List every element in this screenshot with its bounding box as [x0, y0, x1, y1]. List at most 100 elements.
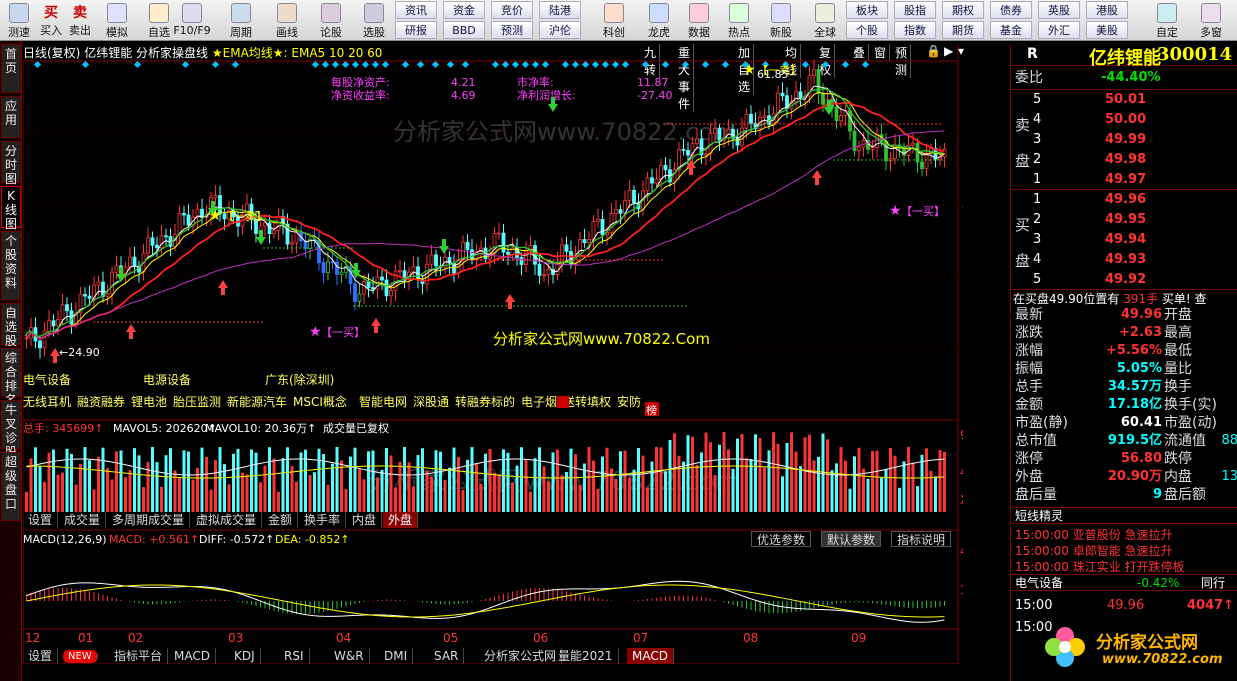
group-btn[interactable]: 竞价 — [491, 1, 533, 19]
ask-row[interactable]: 3 49.99 — [1011, 131, 1237, 149]
toolbar-label: 科创 — [603, 26, 625, 39]
group-btn[interactable]: 资金 — [443, 1, 485, 19]
bottom-tab-10[interactable]: 量能2021 — [553, 648, 619, 664]
market-btn[interactable]: 债券 — [990, 1, 1032, 19]
toolbar-btn-15[interactable]: 全球 — [806, 0, 844, 41]
group-btn[interactable]: BBD — [443, 21, 485, 39]
toolbar-btn-14[interactable]: 新股 — [762, 0, 800, 41]
bottom-tab-3[interactable]: MACD — [169, 648, 216, 664]
sidebar-tab-1[interactable]: 应用 — [1, 96, 21, 138]
sprite-row[interactable]: 15:00:00 亚普股份 急速拉升 — [1015, 526, 1237, 542]
candle-body — [902, 148, 906, 156]
toolbar-btn-3[interactable]: 模拟 — [98, 0, 136, 41]
vol-tab-0[interactable]: 设置 — [23, 512, 59, 528]
sprite-row[interactable]: 15:00:00 卓郎智能 急速拉升 — [1015, 542, 1237, 558]
group-btn[interactable]: 预测 — [491, 21, 533, 39]
market-btn[interactable]: 股指 — [894, 1, 936, 19]
bid-row[interactable]: 4 49.93 — [1011, 251, 1237, 269]
fin-value: 11.87 — [637, 76, 669, 89]
bid-row[interactable]: 2 49.95 — [1011, 211, 1237, 229]
pos-more[interactable]: 查 — [1195, 292, 1207, 306]
macd-btn-2[interactable]: 指标说明 — [891, 531, 952, 547]
ask-row[interactable]: 2 49.98 — [1011, 151, 1237, 169]
toolbar-btn-13[interactable]: 热点 — [720, 0, 758, 41]
vol-tab-2[interactable]: 多周期成交量 — [107, 512, 191, 528]
toolbar-btn-16[interactable]: 自定 — [1148, 0, 1186, 41]
toolbar-btn-9[interactable]: 选股 — [355, 0, 393, 41]
ask-row[interactable]: 1 49.97 — [1011, 171, 1237, 189]
market-btn[interactable]: 英股 — [1038, 1, 1080, 19]
group-btn[interactable]: 陆港 — [539, 1, 581, 19]
bottom-tab-4[interactable]: KDJ — [229, 648, 261, 664]
sidebar-tab-2[interactable]: 分时图 — [1, 141, 21, 186]
bottom-tab-6[interactable]: W&R — [329, 648, 370, 664]
bottom-tab-5[interactable]: RSI — [279, 648, 310, 664]
bottom-tab-9[interactable]: 分析家公式网 — [479, 648, 563, 664]
market-btn[interactable]: 外汇 — [1038, 21, 1080, 39]
vol-tab-1[interactable]: 成交量 — [59, 512, 107, 528]
toolbar-btn-5[interactable]: F10/F9 — [173, 0, 211, 41]
market-btn[interactable]: 个股 — [846, 21, 888, 39]
bottom-tab-1[interactable]: NEW — [63, 650, 98, 663]
market-btn[interactable]: 期权 — [942, 1, 984, 19]
group-btn[interactable]: 沪伦 — [539, 21, 581, 39]
kline-chart-area[interactable]: 日线(复权) 亿纬锂能 分析家操盘线 ★EMA均线★: EMA5 10 20 6… — [23, 44, 964, 664]
sprite-row[interactable]: 15:00:00 珠江实业 打开跌停板 — [1015, 558, 1237, 574]
toolbar-btn-7[interactable]: 画线 — [268, 0, 306, 41]
macd-btn-1[interactable]: 默认参数 — [821, 531, 882, 547]
toolbar-btn-6[interactable]: 周期 — [222, 0, 260, 41]
volume-bar — [560, 475, 564, 512]
toolbar-btn-0[interactable]: 测速 — [0, 0, 38, 41]
sidebar-tab-7[interactable]: 牛叉诊股 — [1, 400, 21, 459]
r-badge: R — [1027, 46, 1038, 62]
sidebar-tab-4[interactable]: 个股资料 — [1, 231, 21, 300]
bottom-tab-2[interactable]: 指标平台 — [109, 648, 169, 664]
ask-row[interactable]: 4 50.00 — [1011, 111, 1237, 129]
vol-tab-7[interactable]: 外盘 — [383, 512, 419, 528]
bid-row[interactable]: 1 49.96 — [1011, 191, 1237, 209]
toolbar-btn-10[interactable]: 科创 — [595, 0, 633, 41]
toolbar-btn-1[interactable]: 买买入 — [37, 0, 65, 41]
sidebar-tab-3[interactable]: K线图 — [1, 186, 21, 231]
volume-bar — [893, 455, 897, 512]
macd-btn-0[interactable]: 优选参数 — [751, 531, 812, 547]
market-btn[interactable]: 港股 — [1086, 1, 1128, 19]
signal-arrow-stem — [374, 326, 378, 333]
vol-tab-6[interactable]: 内盘 — [347, 512, 383, 528]
sector-row[interactable]: 电气设备 -0.42% 同行 — [1011, 574, 1237, 591]
vol-tab-3[interactable]: 虚拟成交量 — [191, 512, 263, 528]
bid-row[interactable]: 5 49.92 — [1011, 271, 1237, 289]
toolbar-btn-11[interactable]: 龙虎 — [640, 0, 678, 41]
group-btn[interactable]: 研报 — [395, 21, 437, 39]
vol-tab-5[interactable]: 换手率 — [299, 512, 347, 528]
toolbar-btn-8[interactable]: 论股 — [312, 0, 350, 41]
bottom-tab-7[interactable]: DMI — [379, 648, 414, 664]
ask-row[interactable]: 5 50.01 — [1011, 91, 1237, 109]
bid-row[interactable]: 3 49.94 — [1011, 231, 1237, 249]
bottom-tab-11[interactable]: MACD — [627, 648, 674, 664]
sidebar-tab-5[interactable]: 自选股 — [1, 303, 21, 348]
market-btn[interactable]: 美股 — [1086, 21, 1128, 39]
market-btn[interactable]: 板块 — [846, 1, 888, 19]
market-btn[interactable]: 指数 — [894, 21, 936, 39]
volume-bar — [209, 489, 213, 512]
toolbar-btn-17[interactable]: 多窗 — [1192, 0, 1230, 41]
sidebar-tab-8[interactable]: 超级盘口 — [1, 452, 21, 521]
volume-bar — [574, 454, 577, 512]
volume-bar — [601, 456, 604, 512]
vol-tab-4[interactable]: 金额 — [263, 512, 299, 528]
candle-body — [335, 261, 339, 275]
sidebar-tab-6[interactable]: 综合排名 — [1, 348, 21, 407]
toolbar-btn-2[interactable]: 卖卖出 — [66, 0, 94, 41]
volume-bar — [569, 448, 573, 512]
market-btn[interactable]: 基金 — [990, 21, 1032, 39]
sidebar-tab-0[interactable]: 首页 — [1, 44, 21, 93]
candle-body — [618, 209, 623, 214]
bottom-tab-8[interactable]: SAR — [429, 648, 465, 664]
volume-bar — [425, 470, 429, 512]
bottom-tab-0[interactable]: 设置 — [23, 648, 59, 664]
candle-body — [794, 91, 798, 103]
market-btn[interactable]: 期货 — [942, 21, 984, 39]
group-btn[interactable]: 资讯 — [395, 1, 437, 19]
toolbar-btn-12[interactable]: 数据 — [680, 0, 718, 41]
